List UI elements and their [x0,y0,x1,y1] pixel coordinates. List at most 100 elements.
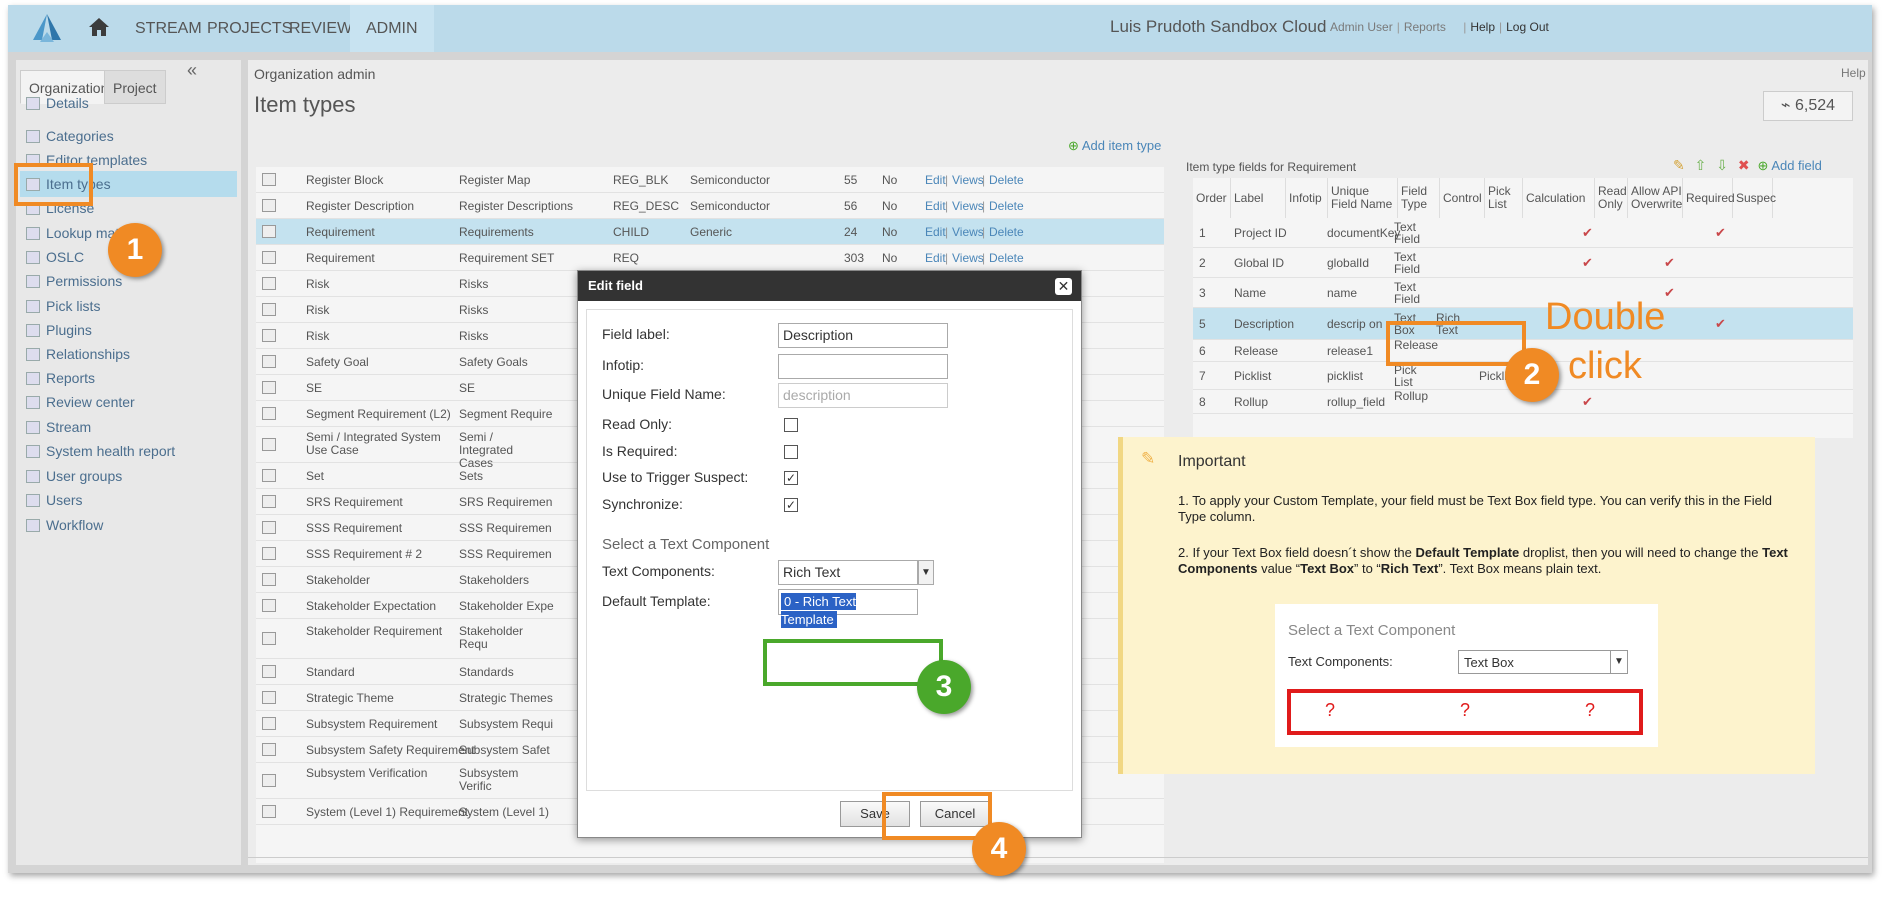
field-type: Text Field [1394,280,1421,306]
edit-link[interactable]: Edit [925,199,946,213]
edit-link[interactable]: Edit [925,251,946,265]
add-field-button[interactable]: ⊕ Add field [1758,158,1822,173]
item-type-name: Requirement [306,251,375,265]
table-row[interactable]: Requirement Requirements CHILD Generic 24 No E… [256,219,1164,245]
home-icon[interactable] [88,17,110,37]
sidebar-item-review-center[interactable]: Review center [20,389,237,415]
table-row[interactable]: 3 Name name Text Field ✔ [1193,278,1853,308]
column-header[interactable]: Field Type [1398,178,1440,218]
item-type-plural: Register Map [459,173,531,187]
app-logo[interactable] [30,12,64,44]
item-type-name: Standard [306,665,355,679]
sidebar-item-relationships[interactable]: Relationships [20,341,237,367]
column-header[interactable]: Required [1683,178,1735,218]
collapse-sidebar-icon[interactable]: « [187,60,197,81]
field-type: Text Field [1394,250,1421,276]
infotip-input[interactable] [778,354,948,379]
help-link[interactable]: Help [1470,20,1495,34]
unique-field-name-input[interactable]: description [778,383,948,408]
logout-link[interactable]: Log Out [1506,20,1549,34]
nav-stream[interactable]: STREAM [129,5,208,52]
column-header[interactable]: Suspec [1733,178,1776,218]
item-type-id: 56 [844,199,858,213]
nav-admin[interactable]: ADMIN [350,5,434,52]
table-row[interactable]: Requirement Requirement SET REQ 303 No Edit | V… [256,245,1164,271]
scrollbar-track[interactable] [248,857,1868,858]
reports-icon [26,372,40,385]
reports-link[interactable]: Reports [1404,20,1446,34]
delete-link[interactable]: Delete [989,173,1024,187]
text-components-select[interactable]: Rich Text [778,560,918,585]
default-template-select[interactable]: 0 - Rich Text Template [778,589,918,628]
add-item-type-button[interactable]: ⊕ Add item type [1068,138,1161,154]
item-type-plural: Register Descriptions [459,199,574,213]
edit-link[interactable]: Edit [925,225,946,239]
views-link[interactable]: Views [952,199,984,213]
delete-icon[interactable]: ✖ [1738,157,1750,173]
close-icon[interactable]: ✕ [1055,278,1072,295]
inset-text-components-select: Text Box [1458,650,1628,674]
field-label-input[interactable]: Description [778,323,948,348]
synchronize-checkbox[interactable]: ✓ [784,498,798,512]
column-header[interactable]: Allow API Overwrite [1628,178,1683,218]
item-type-name: Requirement [306,225,375,239]
sidebar-item-workflow[interactable]: Workflow [20,512,237,538]
pencil-icon[interactable]: ✎ [1673,157,1685,173]
sidebar-item-plugins[interactable]: Plugins [20,317,237,343]
column-header[interactable]: Order [1193,178,1231,218]
trigger-suspect-checkbox[interactable]: ✓ [784,471,798,485]
unique-field-name-label: Unique Field Name: [602,386,726,402]
item-type-plural: System (Level 1) [459,805,550,819]
sidebar-item-details[interactable]: Details [20,90,237,116]
column-header[interactable]: Read Only [1595,178,1628,218]
item-type-icon [262,521,276,534]
sidebar-item-system-health[interactable]: System health report [20,438,237,464]
arrow-down-icon[interactable]: ⇩ [1716,157,1728,173]
sidebar-item-categories[interactable]: Categories [20,123,237,149]
step-badge-3: 3 [917,660,971,714]
sidebar-item-users[interactable]: Users [20,487,237,513]
help-link-main[interactable]: Help [1841,66,1866,80]
item-type-plural: SE [459,381,476,395]
workflow-icon [26,519,40,532]
item-type-name: Strategic Theme [306,691,394,705]
column-header[interactable]: Infotip [1286,178,1328,218]
item-type-icon [262,173,276,186]
activity-counter[interactable]: ⌁ 6,524 [1763,91,1853,121]
column-header[interactable]: Unique Field Name [1328,178,1398,218]
sidebar-item-stream[interactable]: Stream [20,414,237,440]
views-link[interactable]: Views [952,251,984,265]
table-row[interactable]: 2 Global ID globalId Text Field ✔ ✔ [1193,248,1853,278]
edit-link[interactable]: Edit [925,173,946,187]
column-header[interactable]: Pick List [1485,178,1523,218]
table-row[interactable]: Register Block Register Map REG_BLK Semicon… [256,167,1164,193]
sidebar-item-user-groups[interactable]: User groups [20,463,237,489]
delete-link[interactable]: Delete [989,225,1024,239]
sidebar-item-pick-lists[interactable]: Pick lists [20,293,237,319]
item-type-key: REG_DESC [613,199,680,213]
is-required-checkbox[interactable] [784,445,798,459]
views-link[interactable]: Views [952,225,984,239]
admin-user-link[interactable]: Admin User [1330,20,1393,34]
arrow-up-icon[interactable]: ⇧ [1695,157,1707,173]
table-row[interactable]: Register Description Register Description… [256,193,1164,219]
sidebar-item-reports[interactable]: Reports [20,365,237,391]
delete-link[interactable]: Delete [989,251,1024,265]
item-type-plural: Stakeholder Requ [459,624,524,651]
column-header[interactable]: Label [1231,178,1286,218]
read-only-label: Read Only: [602,416,673,432]
fields-toolbar: ✎ ⇧ ⇩ ✖ ⊕ Add field [1673,157,1822,174]
field-order: 2 [1199,256,1206,270]
read-only-checkbox[interactable] [784,418,798,432]
table-row[interactable]: 1 Project ID documentKey Text Field ✔ ✔ [1193,218,1853,248]
item-type-key: CHILD [613,225,650,239]
highlight-save-button [882,792,992,840]
views-link[interactable]: Views [952,173,984,187]
text-components-label: Text Components: [602,563,715,579]
column-header[interactable]: Control [1440,178,1485,218]
column-header[interactable]: Calculation [1523,178,1595,218]
delete-link[interactable]: Delete [989,199,1024,213]
chevron-down-icon[interactable]: ▼ [918,560,934,585]
item-type-name: SRS Requirement [306,495,403,509]
question-mark-1: ? [1325,700,1336,720]
